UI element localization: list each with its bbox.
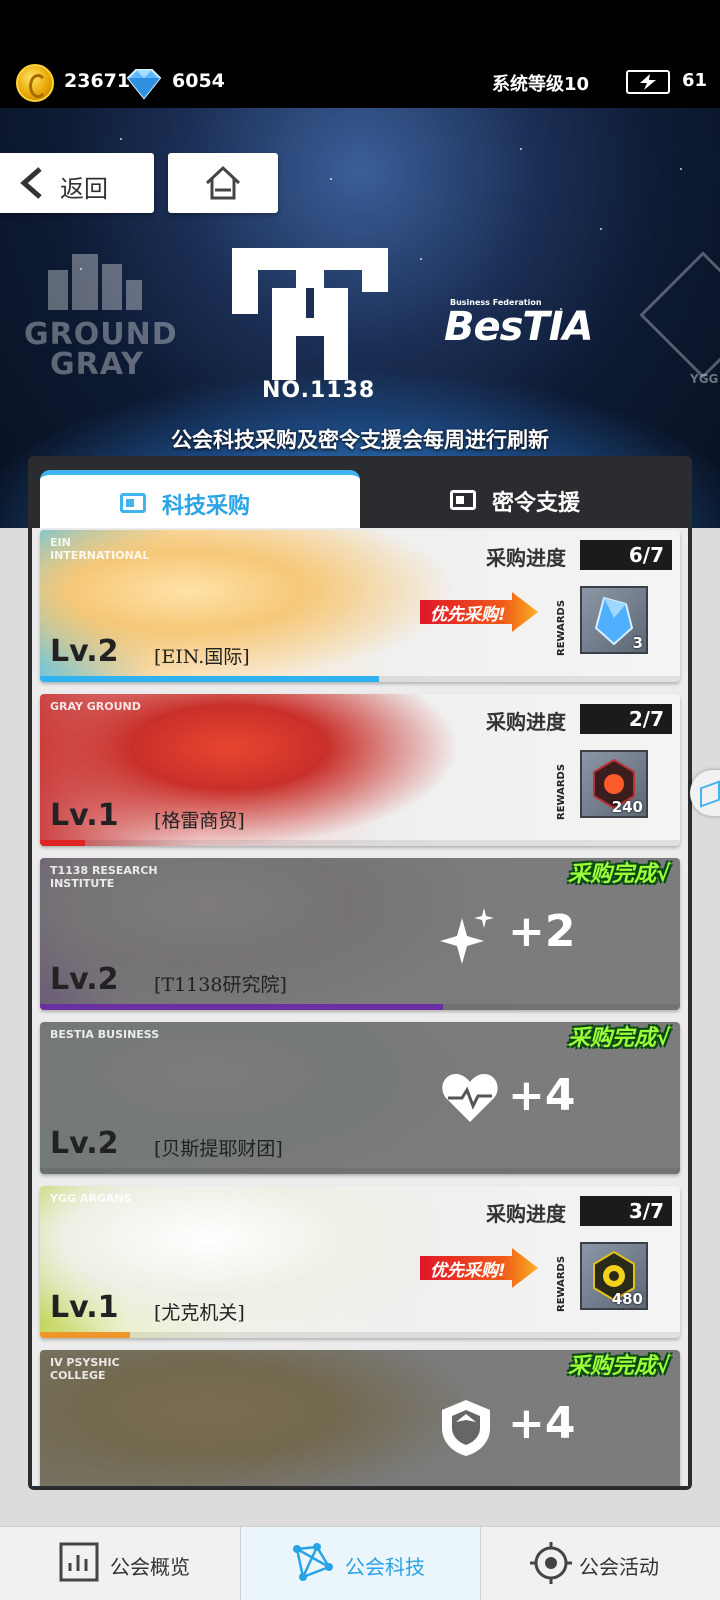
home-icon <box>205 165 241 200</box>
network-icon <box>293 1543 333 1581</box>
back-button[interactable]: 返回 <box>0 153 154 213</box>
nav-guild-overview[interactable]: 公会概览 <box>0 1527 240 1600</box>
nav-label: 公会科技 <box>345 1555 425 1579</box>
bottom-nav: 公会概览 公会科技 公会活动 <box>0 1526 720 1600</box>
tab-secret-support[interactable]: 密令支援 <box>368 470 688 530</box>
heart-pulse-icon <box>442 1074 498 1122</box>
tab-label: 科技采购 <box>162 494 251 519</box>
faction-tag: GRAY GROUND <box>50 700 141 713</box>
purchase-complete-badge: 采购完成√ <box>568 862 671 887</box>
tab-bar: 科技采购 密令支援 <box>28 456 692 530</box>
priority-purchase-badge: 优先采购! <box>420 592 540 632</box>
target-icon <box>530 1542 572 1584</box>
reward-qty: 3 <box>632 634 643 652</box>
faction-tag: T1138 RESEARCH INSTITUTE <box>50 864 158 890</box>
bonus-value: +4 <box>508 1398 576 1449</box>
progress-label: 采购进度 <box>486 710 566 734</box>
faction-card-gray[interactable]: GRAY GROUND Lv.1 [格雷商贸] 采购进度 2/7 REWARDS… <box>40 694 680 846</box>
faction-tag: IV PSYSHIC COLLEGE <box>50 1356 120 1382</box>
priority-purchase-badge: 优先采购! <box>420 1248 540 1288</box>
ygg-logo-text: YGG <box>690 372 719 386</box>
gem-count: 6054 <box>172 70 225 92</box>
nav-guild-activity[interactable]: 公会活动 <box>481 1527 720 1600</box>
rewards-label: REWARDS <box>556 1255 567 1312</box>
coin-count: 23671 <box>64 70 131 92</box>
chevron-left-icon <box>20 167 42 199</box>
progress-bar <box>40 1004 444 1010</box>
bonus-value: +2 <box>508 906 576 957</box>
priority-label: 优先采购! <box>430 605 506 625</box>
faction-level: Lv.2 <box>50 962 119 997</box>
faction-level: Lv.2 <box>50 634 119 669</box>
progress-bar <box>40 676 380 682</box>
bonus-value: +4 <box>508 1070 576 1121</box>
chart-icon <box>59 1542 99 1582</box>
card-icon <box>450 490 476 510</box>
refresh-notice: 公会科技采购及密令支援会每周进行刷新 <box>171 428 549 452</box>
gem-icon <box>126 69 162 100</box>
top-resource-bar: 23671 6054 系统等级10 61 <box>0 0 720 108</box>
reward-item[interactable]: 480 <box>580 1242 648 1310</box>
guild-number: NO.1138 <box>262 378 376 403</box>
reward-item[interactable]: 3 <box>580 586 648 654</box>
faction-name: [T1138研究院] <box>154 974 287 996</box>
progress-count: 6/7 <box>580 540 672 570</box>
purchase-complete-badge: 采购完成√ <box>568 1026 671 1051</box>
progress-label: 采购进度 <box>486 1202 566 1226</box>
faction-level: Lv.2 <box>50 1126 119 1161</box>
faction-list[interactable]: EIN INTERNATIONAL Lv.2 [EIN.国际] 采购进度 6/7… <box>32 528 688 1486</box>
progress-count: 2/7 <box>580 704 672 734</box>
coin-icon <box>16 64 54 102</box>
t1138-logo <box>232 248 388 380</box>
reward-item[interactable]: 240 <box>580 750 648 818</box>
progress-bar <box>40 1332 130 1338</box>
reward-qty: 480 <box>611 1290 643 1308</box>
rewards-label: REWARDS <box>556 763 567 820</box>
energy-icon <box>626 70 670 94</box>
faction-name: [EIN.国际] <box>154 646 250 668</box>
logo-big-text: BesTIA <box>444 304 594 350</box>
tab-label: 密令支援 <box>492 491 581 516</box>
faction-tag: BESTIA BUSINESS <box>50 1028 160 1041</box>
faction-level: Lv.1 <box>50 1290 119 1325</box>
rewards-label: REWARDS <box>556 599 567 656</box>
faction-name: [尤克机关] <box>154 1302 245 1324</box>
faction-name: [贝斯提耶财团] <box>154 1138 283 1160</box>
shield-icon <box>442 1400 490 1456</box>
faction-name: [格雷商贸] <box>154 810 245 832</box>
sparkle-icon <box>440 908 494 964</box>
progress-bar <box>40 840 85 846</box>
faction-level: Lv.1 <box>50 798 119 833</box>
progress-count: 3/7 <box>580 1196 672 1226</box>
nav-label: 公会概览 <box>110 1555 190 1579</box>
priority-label: 优先采购! <box>430 1261 506 1281</box>
nav-guild-tech[interactable]: 公会科技 <box>241 1527 481 1600</box>
purchase-complete-badge: 采购完成√ <box>568 1354 671 1379</box>
building-icon <box>48 254 142 310</box>
tab-tech-purchase[interactable]: 科技采购 <box>40 470 360 530</box>
faction-card-ygg[interactable]: YGG ARGANS Lv.1 [尤克机关] 采购进度 3/7 优先采购! RE… <box>40 1186 680 1338</box>
faction-tag: EIN INTERNATIONAL <box>50 536 150 562</box>
system-level: 系统等级10 <box>492 74 590 95</box>
logo-text-line2: GRAY <box>50 347 144 382</box>
reward-qty: 240 <box>611 798 643 816</box>
home-button[interactable] <box>168 153 278 213</box>
nav-label: 公会活动 <box>579 1555 659 1579</box>
ground-gray-logo: GROUND GRAY <box>24 250 178 380</box>
energy-count: 61 <box>682 70 708 91</box>
back-label: 返回 <box>60 175 108 203</box>
card-icon <box>120 493 146 513</box>
progress-label: 采购进度 <box>486 546 566 570</box>
faction-card-ein[interactable]: EIN INTERNATIONAL Lv.2 [EIN.国际] 采购进度 6/7… <box>40 530 680 682</box>
faction-tag: YGG ARGANS <box>50 1192 132 1205</box>
logo-text-line1: GROUND <box>24 317 178 352</box>
